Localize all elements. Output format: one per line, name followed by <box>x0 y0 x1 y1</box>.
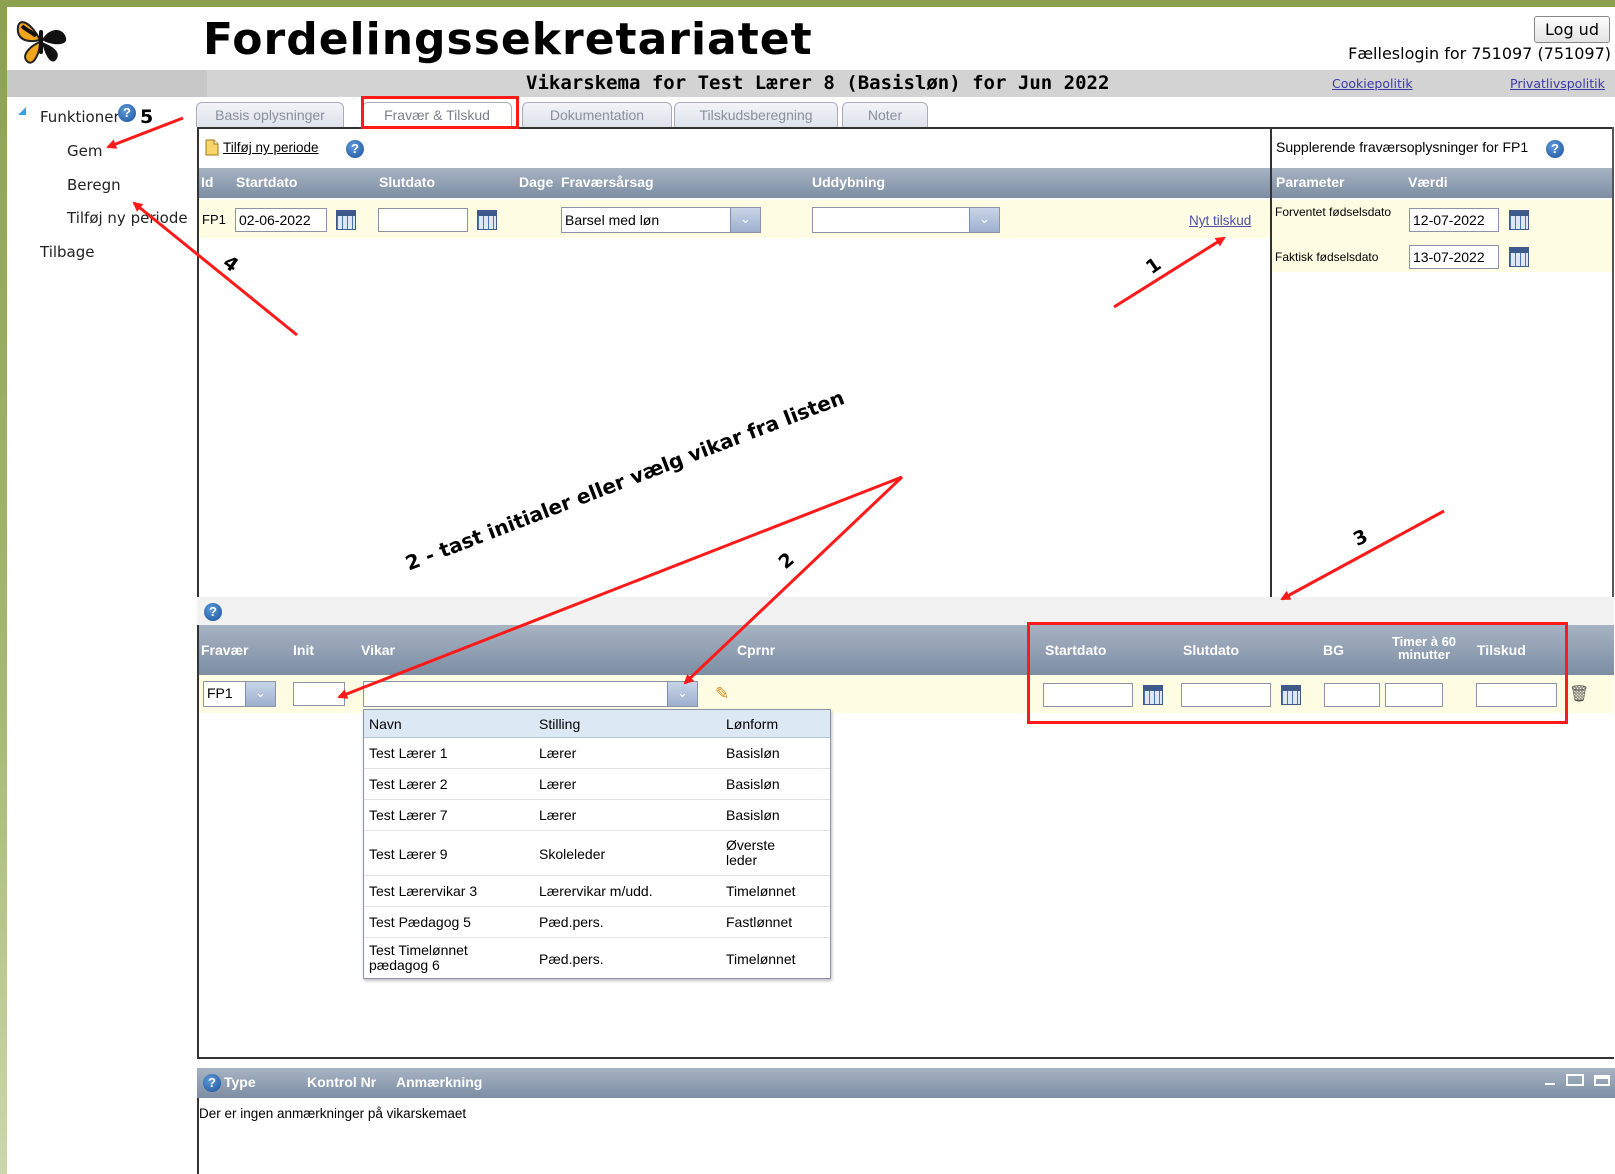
annotation-arrows <box>106 116 1445 699</box>
arrow-2b <box>683 475 904 685</box>
arrow-1 <box>1113 236 1226 309</box>
annotation-number-5: 5 <box>140 106 154 128</box>
arrow-2a <box>337 475 903 699</box>
arrow-4 <box>132 201 298 337</box>
arrow-3 <box>1280 509 1445 601</box>
